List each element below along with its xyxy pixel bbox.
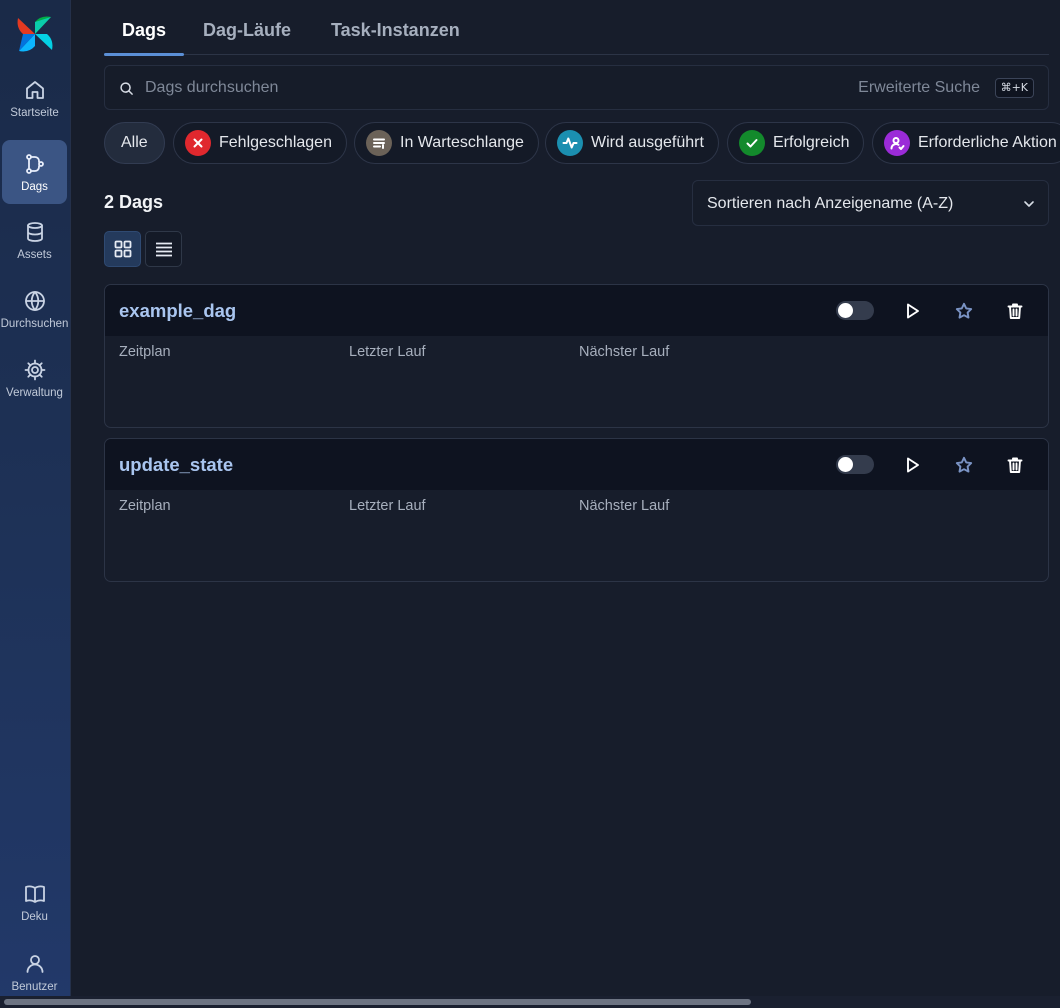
check-icon <box>739 130 765 156</box>
filter-label: Wird ausgeführt <box>591 134 704 151</box>
pause-toggle[interactable] <box>836 301 874 320</box>
sidebar-item-label: Verwaltung <box>6 386 63 399</box>
favorite-button[interactable] <box>951 452 977 478</box>
airflow-logo[interactable] <box>15 14 55 54</box>
app-root: Startseite Dags Assets Durchsuchen Verwa… <box>0 0 1060 1008</box>
main-tabs: Dags Dag-Läufe Task-Instanzen <box>104 0 1049 56</box>
list-view-button[interactable] <box>145 231 182 267</box>
toggle-knob <box>838 457 853 472</box>
horizontal-scrollbar[interactable] <box>0 996 1060 1008</box>
last-run-label: Letzter Lauf <box>349 498 426 514</box>
sidebar-item-label: Assets <box>17 248 52 261</box>
gear-icon <box>24 359 45 380</box>
list-icon <box>155 242 172 257</box>
card-view-button[interactable] <box>104 231 141 267</box>
dag-icon <box>25 153 44 174</box>
trigger-dag-button[interactable] <box>899 452 925 478</box>
schedule-label: Zeitplan <box>119 498 171 514</box>
sidebar-item-assets[interactable]: Assets <box>2 208 67 272</box>
search-input[interactable] <box>145 74 825 102</box>
sort-select[interactable]: Sortieren nach Anzeigename (A-Z) <box>692 180 1049 226</box>
dag-card-header: example_dag <box>105 285 1048 336</box>
tab-dags[interactable]: Dags <box>104 20 185 56</box>
filter-label: Erfolgreich <box>773 134 850 151</box>
queue-icon <box>366 130 392 156</box>
trash-icon <box>1007 457 1023 473</box>
filter-label: In Warteschlange <box>400 134 524 151</box>
delete-dag-button[interactable] <box>1002 452 1028 478</box>
last-run-label: Letzter Lauf <box>349 344 426 360</box>
user-action-icon <box>884 130 910 156</box>
play-icon <box>907 457 919 473</box>
scrollbar-thumb[interactable] <box>4 999 751 1005</box>
filter-label: Alle <box>121 134 148 151</box>
trigger-dag-button[interactable] <box>899 298 925 324</box>
filter-alle[interactable]: Alle <box>104 122 165 164</box>
filter-in-warteschlange[interactable]: In Warteschlange <box>354 122 539 164</box>
search-icon <box>120 82 133 95</box>
trash-icon <box>1007 303 1023 319</box>
database-icon <box>26 221 43 242</box>
home-icon <box>25 80 44 99</box>
star-icon <box>955 456 973 473</box>
dag-name-link[interactable]: example_dag <box>119 300 236 322</box>
dag-card: example_dag Zeitplan Letzter Lauf Nächst… <box>104 284 1049 428</box>
sidebar-item-deku[interactable]: Deku <box>2 870 67 934</box>
chevron-down-icon <box>1024 201 1034 207</box>
activity-icon <box>557 130 583 156</box>
grid-icon <box>114 240 131 258</box>
book-icon <box>24 884 45 903</box>
tab-task-instanzen[interactable]: Task-Instanzen <box>313 20 478 55</box>
star-icon <box>955 302 973 319</box>
filter-erfolgreich[interactable]: Erfolgreich <box>727 122 865 164</box>
play-icon <box>907 303 919 319</box>
next-run-label: Nächster Lauf <box>579 344 670 360</box>
filter-wird-ausgefuehrt[interactable]: Wird ausgeführt <box>545 122 719 164</box>
delete-dag-button[interactable] <box>1002 298 1028 324</box>
tab-dag-laeufe[interactable]: Dag-Läufe <box>185 20 309 55</box>
toggle-knob <box>838 303 853 318</box>
filter-label: Fehlgeschlagen <box>219 134 332 151</box>
schedule-label: Zeitplan <box>119 344 171 360</box>
airflow-logo-icon <box>17 16 53 52</box>
dag-card-header: update_state <box>105 439 1048 490</box>
sidebar-item-label: Deku <box>21 910 48 923</box>
sidebar-item-dags[interactable]: Dags <box>2 140 67 204</box>
sidebar-item-label: Dags <box>21 180 48 193</box>
filter-erforderliche-aktion[interactable]: Erforderliche Aktion <box>872 122 1060 164</box>
status-filters: Alle Fehlgeschlagen In Warteschlange Wir… <box>104 122 1060 164</box>
sidebar-item-durchsuchen[interactable]: Durchsuchen <box>0 277 69 341</box>
sidebar-item-label: Durchsuchen <box>0 317 69 330</box>
sidebar: Startseite Dags Assets Durchsuchen Verwa… <box>0 0 71 1008</box>
sidebar-item-benutzer[interactable]: Benutzer <box>2 940 67 1004</box>
sidebar-item-label: Benutzer <box>11 980 58 993</box>
dag-count: 2 Dags <box>104 192 164 212</box>
next-run-label: Nächster Lauf <box>579 498 670 514</box>
filter-fehlgeschlagen[interactable]: Fehlgeschlagen <box>173 122 347 164</box>
shortcut-badge: ⌘+K <box>994 78 1034 98</box>
user-icon <box>26 954 43 973</box>
advanced-search-link[interactable]: Erweiterte Suche <box>858 79 980 97</box>
dag-name-link[interactable]: update_state <box>119 454 233 476</box>
sort-select-value: Sortieren nach Anzeigename (A-Z) <box>707 195 954 212</box>
pause-toggle[interactable] <box>836 455 874 474</box>
globe-icon <box>24 290 45 311</box>
search-bar: Erweiterte Suche ⌘+K <box>104 65 1049 110</box>
dag-card: update_state Zeitplan Letzter Lauf Nächs… <box>104 438 1049 582</box>
sidebar-item-startseite[interactable]: Startseite <box>2 66 67 130</box>
filter-label: Erforderliche Aktion <box>918 134 1057 151</box>
sidebar-item-verwaltung[interactable]: Verwaltung <box>2 346 67 410</box>
favorite-button[interactable] <box>951 298 977 324</box>
sidebar-item-label: Startseite <box>10 106 59 119</box>
x-icon <box>185 130 211 156</box>
